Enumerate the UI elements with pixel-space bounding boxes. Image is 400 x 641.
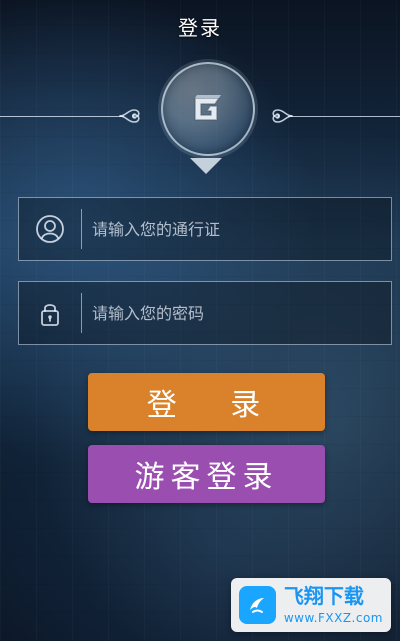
username-field[interactable] — [18, 197, 392, 261]
password-input[interactable] — [82, 282, 391, 344]
page-title-text: 登录 — [178, 15, 222, 40]
g-logo-icon — [194, 95, 221, 121]
fxxz-logo-icon — [239, 586, 276, 624]
divider-line-right — [288, 116, 400, 117]
login-button-label: 登 录 — [146, 388, 283, 423]
watermark-text: 飞翔下载 www.FXXZ.com — [284, 586, 383, 624]
username-input[interactable] — [82, 198, 391, 260]
watermark-title: 飞翔下载 — [283, 584, 364, 608]
user-icon — [19, 197, 81, 261]
ornament-left-icon — [119, 109, 140, 123]
chevron-down-icon — [190, 158, 222, 174]
ornament-right-icon — [272, 109, 293, 123]
guest-login-button[interactable]: 游客登录 — [88, 445, 325, 503]
password-field[interactable] — [18, 281, 392, 345]
lock-icon — [19, 281, 81, 345]
guest-login-button-label: 游客登录 — [134, 460, 279, 495]
watermark-url: www.FXXZ.com — [283, 611, 383, 625]
page-title: 登录 — [0, 0, 400, 52]
watermark-badge: 飞翔下载 www.FXXZ.com — [231, 578, 391, 632]
app-logo — [161, 62, 255, 156]
divider-line-left — [0, 116, 124, 117]
logo-circle — [161, 62, 255, 156]
login-button[interactable]: 登 录 — [88, 373, 325, 431]
